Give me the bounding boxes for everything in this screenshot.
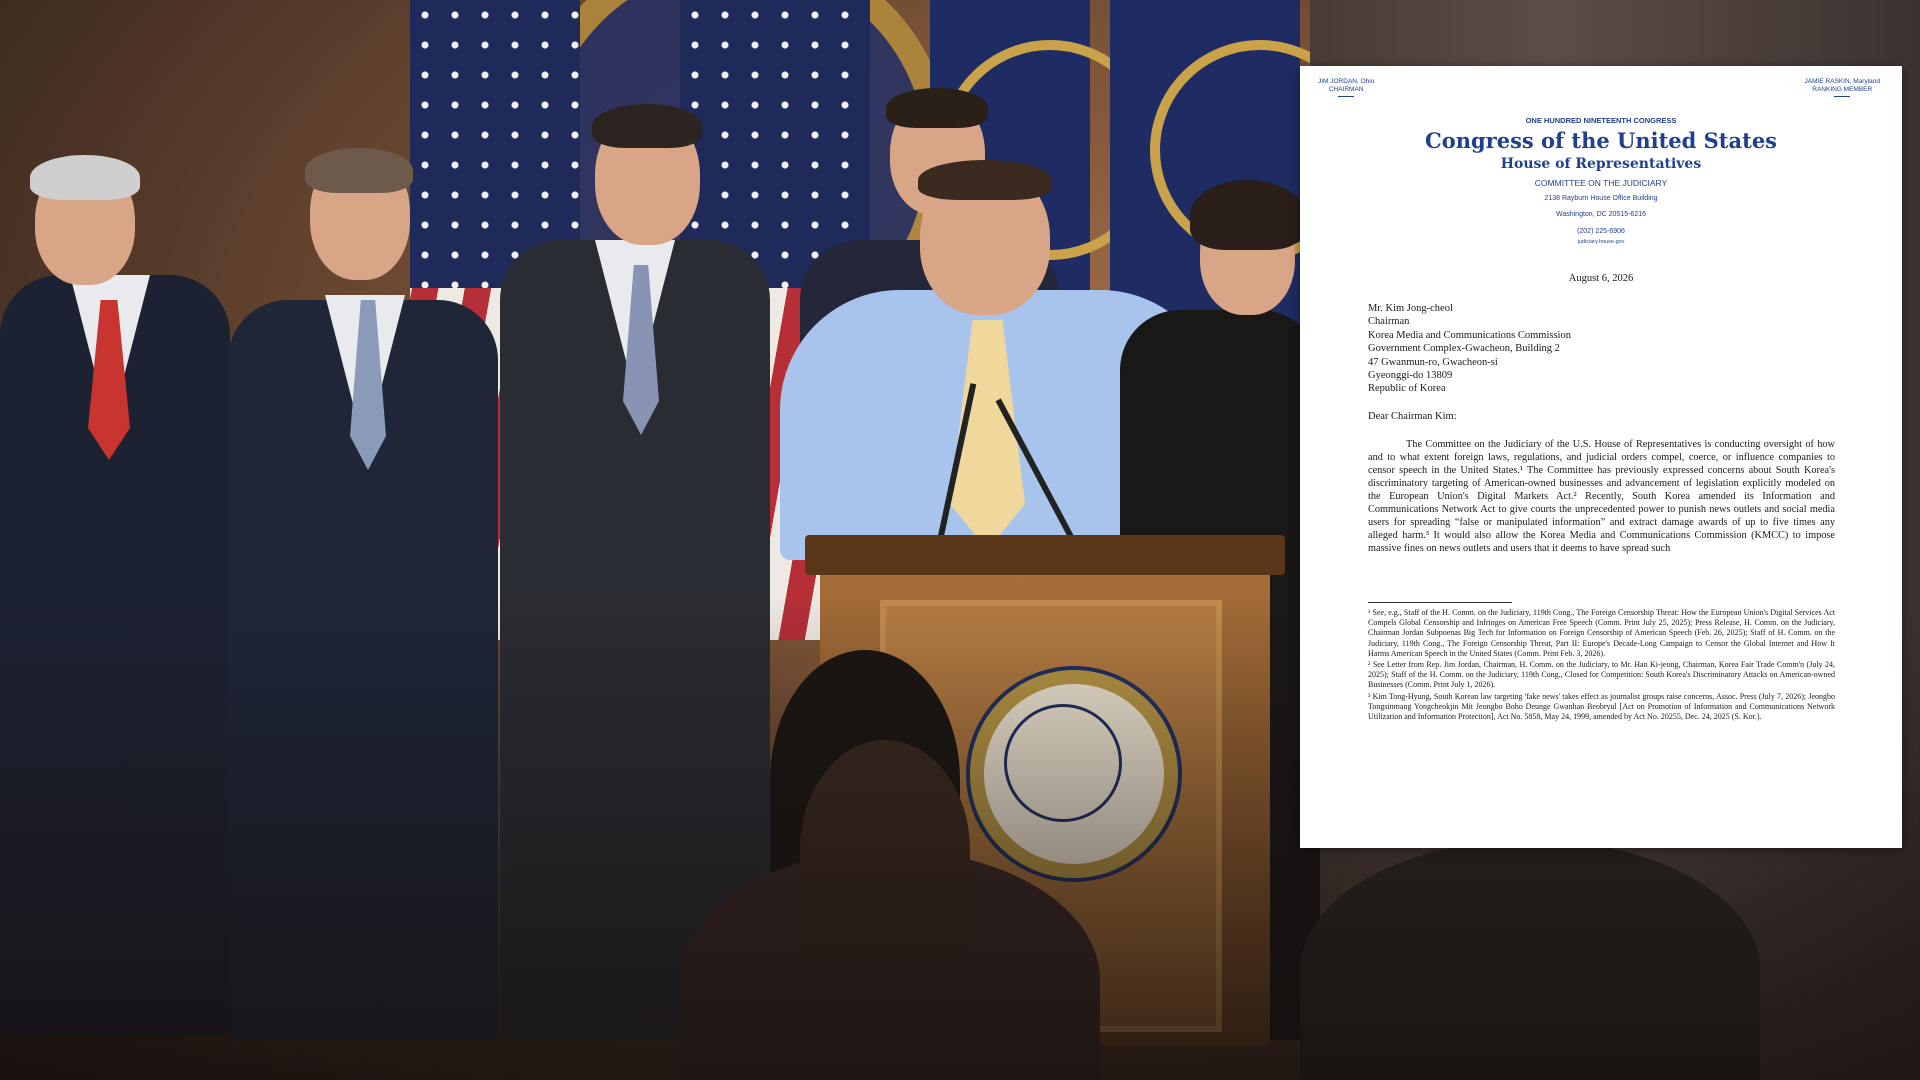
footnotes: ¹ See, e.g., Staff of the H. Comm. on th… xyxy=(1368,608,1835,723)
addressee-line: 47 Gwanmun-ro, Gwacheon-si xyxy=(1368,356,1498,368)
salutation: Dear Chairman Kim: xyxy=(1368,411,1457,422)
congress-title: Congress of the United States xyxy=(1424,128,1778,153)
ranking-member-role: RANKING MEMBER xyxy=(1812,86,1873,93)
committee-website: judiciary.house.gov xyxy=(1577,239,1625,245)
letterhead-chairman: JIM JORDAN, Ohio CHAIRMAN xyxy=(1318,78,1374,97)
office-address: 2138 Rayburn House Office Building xyxy=(1544,195,1658,202)
addressee-line: Mr. Kim Jong-cheol xyxy=(1368,303,1453,314)
footnote-2: ² See Letter from Rep. Jim Jordan, Chair… xyxy=(1368,660,1835,690)
office-city: Washington, DC 20515-6216 xyxy=(1555,211,1647,218)
body-paragraph: The Committee on the Judiciary of the U.… xyxy=(1368,439,1835,554)
house-title: House of Representatives xyxy=(1500,156,1702,172)
congress-number: ONE HUNDRED NINETEENTH CONGRESS xyxy=(1525,116,1677,125)
letter-date: August 6, 2026 xyxy=(1568,273,1634,284)
addressee-line: Gyeonggi-do 13809 xyxy=(1368,370,1453,382)
footnote-divider xyxy=(1368,602,1512,603)
addressee-line: Chairman xyxy=(1368,316,1410,328)
addressee-line: Korea Media and Communications Commissio… xyxy=(1368,329,1571,341)
footnote-1: ¹ See, e.g., Staff of the H. Comm. on th… xyxy=(1368,608,1835,658)
addressee-line: Republic of Korea xyxy=(1368,383,1446,395)
letterhead-ranking-member: JAMIE RASKIN, Maryland RANKING MEMBER xyxy=(1804,78,1881,97)
committee-letter: JIM JORDAN, Ohio CHAIRMAN JAMIE RASKIN, … xyxy=(1300,66,1902,848)
chairman-role: CHAIRMAN xyxy=(1328,86,1364,93)
committee-name: COMMITTEE ON THE JUDICIARY xyxy=(1534,178,1668,188)
letter-body: The Committee on the Judiciary of the U.… xyxy=(1368,438,1835,555)
office-phone: (202) 225-6906 xyxy=(1577,228,1625,235)
addressee-block: Mr. Kim Jong-cheol Chairman Korea Media … xyxy=(1368,302,1571,396)
footnote-3: ³ Kim Tong-Hyung, South Korean law targe… xyxy=(1368,691,1835,722)
addressee-line: Government Complex-Gwacheon, Building 2 xyxy=(1368,343,1560,355)
ranking-member-name: JAMIE RASKIN, Maryland xyxy=(1804,78,1881,85)
chairman-name: JIM JORDAN, Ohio xyxy=(1318,78,1375,85)
